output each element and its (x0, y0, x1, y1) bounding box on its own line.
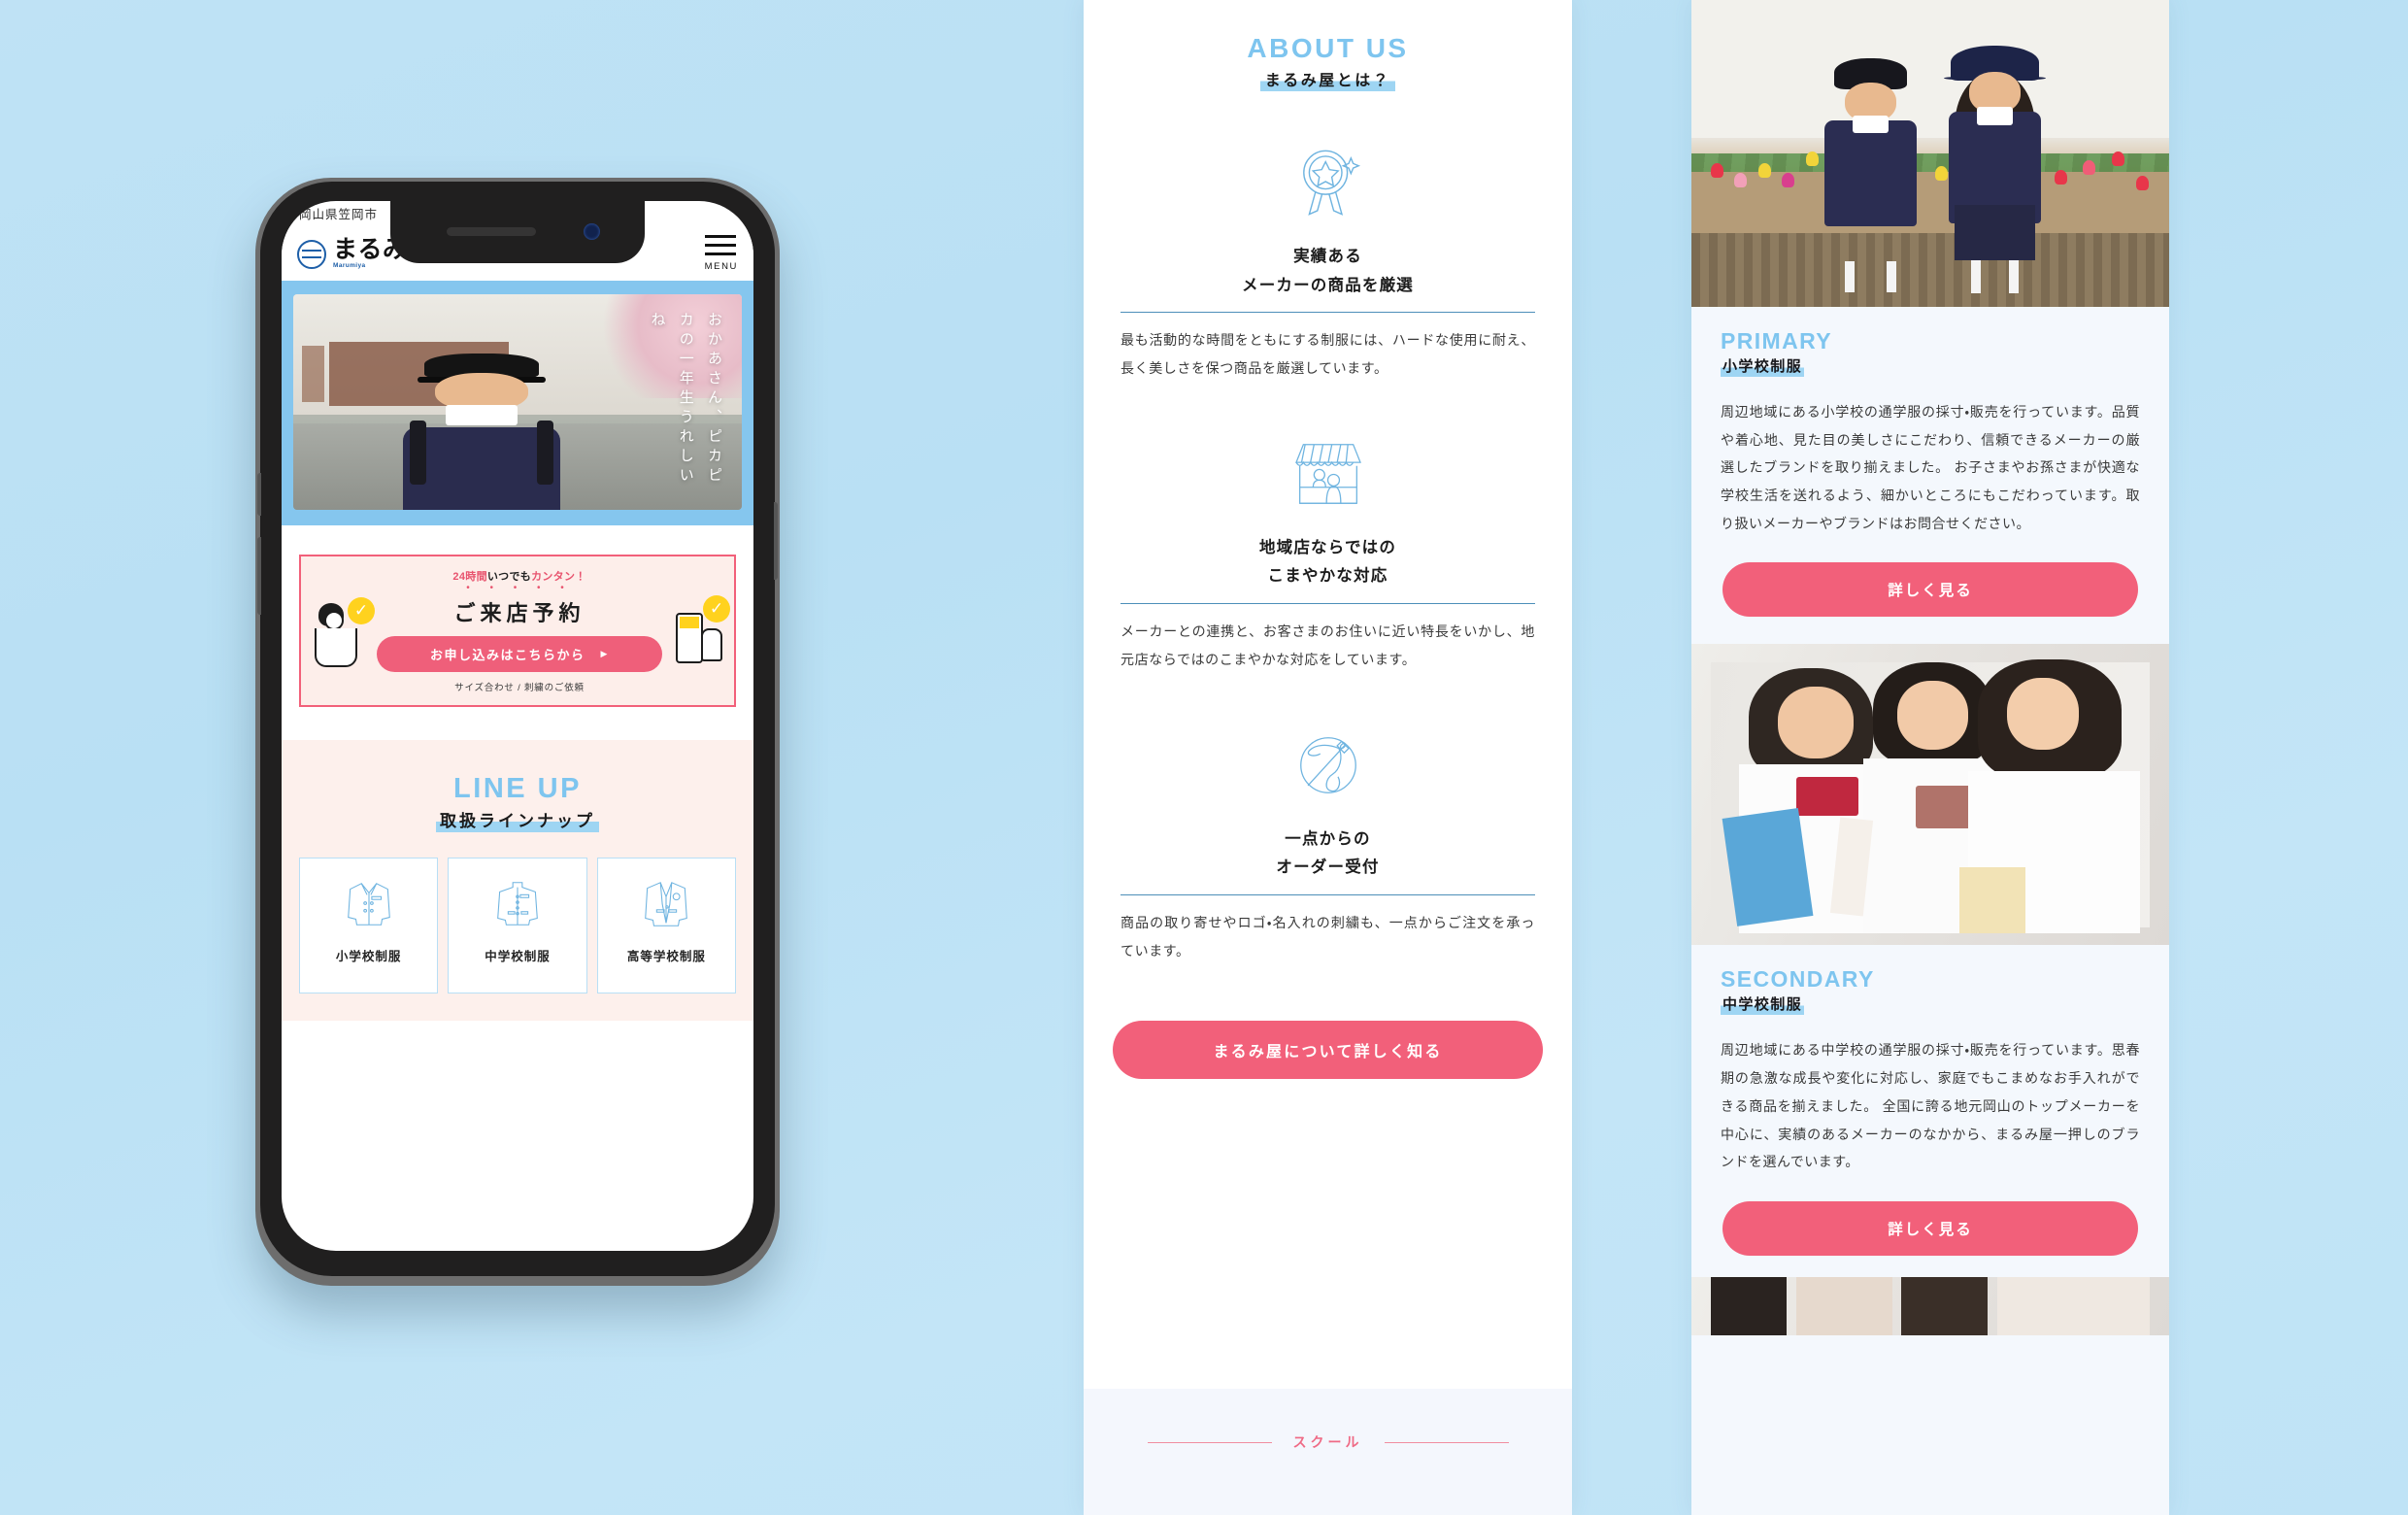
about-more-button-label: まるみ屋について詳しく知る (1213, 1044, 1443, 1061)
secondary-description: 周辺地域にある中学校の通学服の採寸・販売を行っています。思春期の急激な成長や変化… (1721, 1042, 2140, 1170)
reservation-hours-unit: 時間 (465, 571, 487, 583)
lineup-card-label: 高等学校制服 (626, 950, 706, 963)
secondary-section: SECONDARY 中学校制服 周辺地域にある中学校の通学服の採寸・販売を行って… (1691, 945, 2169, 1276)
about-item-title-line1: 地域店ならではの (1258, 538, 1397, 556)
about-item-quality: 実績ある メーカーの商品を厳選 最も活動的な時間をともにする制服には、ハードな使… (1084, 138, 1572, 383)
primary-girl-figure (1943, 46, 2047, 293)
needle-thread-icon (1120, 721, 1535, 810)
blazer-jacket-icon (306, 874, 431, 934)
primary-detail-button[interactable]: 詳しく見る (1722, 562, 2138, 618)
gakuran-jacket-icon (454, 874, 580, 934)
secondary-en-title: SECONDARY (1721, 966, 1875, 993)
phone-body: 岡山県笠岡市 まるみ屋 Marumiya MENU おかあさん、ピカピカの一年生… (257, 182, 778, 1276)
primary-jp-title: 小学校制服 (1721, 355, 1805, 377)
front-camera-icon (584, 223, 600, 240)
primary-description: 周辺地域にある小学校の通学服の採寸・販売を行っています。品質や着心地、見た目の美… (1721, 404, 2140, 531)
about-item-title: 実績ある メーカーの商品を厳選 (1120, 243, 1535, 300)
phone-notch (390, 201, 645, 263)
menu-button-label: MENU (704, 261, 738, 272)
hero-section: おかあさん、ピカピカの一年生うれしいね (282, 281, 753, 525)
marumiya-circle-logo-icon (297, 240, 326, 269)
secondary-detail-button-label: 詳しく見る (1888, 1221, 1973, 1238)
lineup-card-secondary[interactable]: 中学校制服 (448, 858, 587, 993)
high-school-photo (1691, 1276, 2169, 1335)
secondary-school-photo (1691, 644, 2169, 946)
lineup-card-label: 小学校制服 (335, 950, 402, 963)
phone-mockup: 岡山県笠岡市 まるみ屋 Marumiya MENU おかあさん、ピカピカの一年生… (255, 178, 780, 1286)
divider (1120, 603, 1535, 605)
primary-boy-figure (1821, 58, 1921, 293)
lineup-jp-title: 取扱ラインナップ (436, 807, 599, 832)
lineup-grid: 小学校制服 中学校制服 高等学校制服 (299, 858, 736, 993)
divider-line-left (1147, 1441, 1272, 1443)
storefront-icon (1120, 429, 1535, 519)
phone-power-button (774, 502, 778, 580)
hamburger-icon (704, 235, 738, 255)
hero-catchcopy: おかあさん、ピカピカの一年生うれしいね (649, 312, 723, 487)
menu-button[interactable]: MENU (704, 235, 738, 272)
decorative-dots: • • • • • (466, 583, 573, 593)
woman-with-phone-icon (311, 593, 375, 669)
about-item-title-line2: オーダー受付 (1276, 858, 1380, 877)
suit-jacket-icon (604, 874, 729, 934)
lineup-card-label: 中学校制服 (485, 950, 551, 963)
primary-en-title: PRIMARY (1721, 328, 1833, 354)
reservation-banner[interactable]: 24時間いつでもカンタン！ • • • • • ご来店予約 お申し込みはこちらか… (299, 555, 736, 707)
school-section-footer: スクール (1084, 1389, 1572, 1515)
primary-section: PRIMARY 小学校制服 周辺地域にある小学校の通学服の採寸・販売を行っていま… (1691, 307, 2169, 644)
reservation-note: サイズ合わせ / 刺繍のご依頼 (454, 683, 585, 693)
divider (1120, 312, 1535, 314)
reservation-apply-label: お申し込みはこちらから (430, 648, 585, 662)
secondary-detail-button[interactable]: 詳しく見る (1722, 1200, 2138, 1256)
about-item-order: 一点からの オーダー受付 商品の取り寄せやロゴ・名入れの刺繍も、一点からご注文を… (1084, 721, 1572, 965)
phone-screen[interactable]: 岡山県笠岡市 まるみ屋 Marumiya MENU おかあさん、ピカピカの一年生… (282, 201, 753, 1251)
about-header: ABOUT US まるみ屋とは？ (1084, 0, 1572, 91)
about-item-title-line2: メーカーの商品を厳選 (1242, 276, 1414, 294)
reservation-easy-text: カンタン！ (531, 571, 586, 583)
about-en-title: ABOUT US (1247, 33, 1409, 63)
about-item-title-line1: 実績ある (1293, 248, 1362, 265)
about-item-local: 地域店ならではの こまやかな対応 メーカーとの連携と、お客さまのお住いに近い特長… (1084, 429, 1572, 674)
about-more-button[interactable]: まるみ屋について詳しく知る (1113, 1021, 1543, 1080)
school-column: PRIMARY 小学校制服 周辺地域にある小学校の通学服の採寸・販売を行っていま… (1691, 0, 2169, 1515)
lineup-en-title: LINE UP (453, 773, 582, 804)
primary-detail-button-label: 詳しく見る (1888, 583, 1973, 600)
reservation-apply-button[interactable]: お申し込みはこちらから ▶ (377, 636, 662, 672)
reservation-hours-number: 24 (452, 571, 466, 583)
about-item-title: 地域店ならではの こまやかな対応 (1120, 534, 1535, 591)
secondary-jp-title: 中学校制服 (1721, 993, 1805, 1016)
chevron-right-icon: ▶ (600, 649, 609, 658)
lineup-section: LINE UP 取扱ラインナップ 小学校制服 中学校制服 高等学校制服 (282, 740, 753, 1021)
earpiece-speaker-icon (447, 227, 536, 236)
divider (1120, 893, 1535, 895)
about-item-title: 一点からの オーダー受付 (1120, 825, 1535, 883)
about-us-column: ABOUT US まるみ屋とは？ 実績ある メーカーの商品を厳選 最も活動的な時… (1084, 0, 1572, 1515)
reservation-anytime-text: いつでも (486, 571, 532, 583)
about-item-body: 最も活動的な時間をともにする制服には、ハードな使用に耐え、長く美しさを保つ商品を… (1120, 332, 1535, 377)
school-section-label: スクール (1292, 1434, 1363, 1450)
about-item-body: メーカーとの連携と、お客さまのお住いに近い特長をいかし、地元店ならではのこまやか… (1120, 623, 1535, 667)
lineup-card-high[interactable]: 高等学校制服 (596, 858, 736, 993)
divider-line-right (1384, 1441, 1509, 1443)
reservation-title: ご来店予約 (453, 601, 585, 625)
phone-volume-buttons (257, 537, 261, 615)
phone-silent-switch (257, 473, 261, 516)
about-jp-title: まるみ屋とは？ (1259, 67, 1396, 91)
about-item-title-line2: こまやかな対応 (1267, 567, 1388, 586)
lineup-card-primary[interactable]: 小学校制服 (299, 858, 439, 993)
about-item-title-line1: 一点からの (1285, 829, 1371, 848)
site-logo-romaji: Marumiya (333, 262, 366, 269)
about-item-body: 商品の取り寄せやロゴ・名入れの刺繍も、一点からご注文を承っています。 (1120, 914, 1535, 959)
award-ribbon-icon (1120, 138, 1535, 227)
reservation-tagline: 24時間いつでもカンタン！ (377, 568, 662, 584)
hero-photo: おかあさん、ピカピカの一年生うれしいね (293, 294, 742, 510)
hero-child-illustration (392, 351, 572, 510)
hand-tapping-phone-icon (668, 593, 730, 669)
primary-school-photo (1691, 0, 2169, 307)
reservation-section: 24時間いつでもカンタン！ • • • • • ご来店予約 お申し込みはこちらか… (282, 525, 753, 740)
